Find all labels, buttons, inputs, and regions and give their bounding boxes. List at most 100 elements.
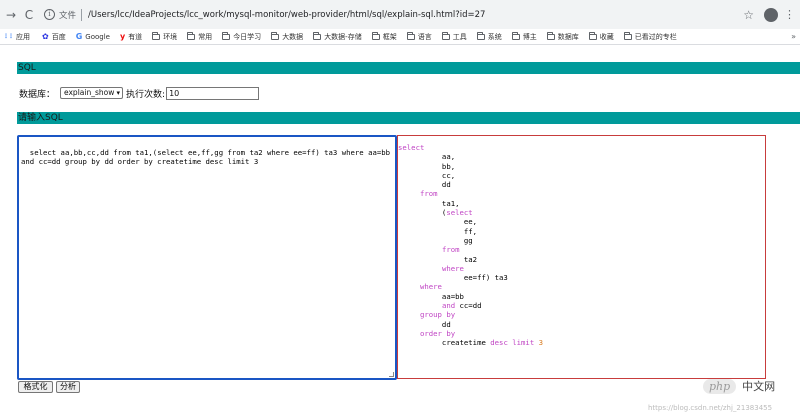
bookmark-item[interactable]: 系统 [476,31,502,42]
bookmark-item[interactable]: 常用 [187,31,213,42]
formatted-sql-output: select aa, bb, cc, dd from ta1, (select … [397,135,766,379]
sql-token: dd [398,180,451,190]
profile-avatar[interactable] [764,7,778,22]
divider [81,8,83,21]
bookmark-label: 框架 [382,32,397,41]
sql-token: dd [398,319,451,329]
bookmark-label: 百度 [51,32,66,41]
bookmark-label: 有道 [128,32,143,41]
info-icon[interactable]: i [44,9,55,20]
sql-token: ee=ff) ta3 [398,273,508,283]
input-section-title: 请输入SQL [18,113,63,123]
url-text[interactable]: /Users/lcc/IdeaProjects/lcc_work/mysql-m… [88,10,485,20]
bookmark-label: Google [85,32,110,41]
sql-keyword: order by [419,328,456,338]
database-select[interactable]: explain_show ▾ [60,87,124,99]
formatted-sql-line: aa, [398,152,765,161]
sql-token: ta2 [398,254,478,264]
sql-keyword: select [398,143,425,152]
formatted-sql-line: ff, [398,227,765,236]
folder-icon [441,31,450,40]
formatted-sql-line: aa=bb [398,292,765,301]
sql-input-textarea[interactable]: select aa,bb,cc,dd from ta1,(select ee,f… [17,135,397,380]
formatted-sql-line: cc, [398,171,765,180]
folder-icon [546,31,555,40]
google-icon: G [75,32,83,41]
resize-handle-icon[interactable] [389,372,394,377]
sql-keyword: from [419,189,438,199]
folder-icon [476,31,485,40]
folder-icon [371,31,380,40]
formatted-sql-line: bb, [398,162,765,171]
bookmarks-overflow-icon[interactable]: » [791,32,796,41]
bookmark-label: 收藏 [599,32,614,41]
formatted-sql-line: where [398,282,765,291]
bookmark-label: 已看过的专栏 [634,32,677,41]
sql-keyword: where [441,263,464,273]
sql-keyword: and [441,301,456,311]
execution-count-label: 执行次数: [126,89,166,100]
bookmark-item[interactable]: G Google [76,32,110,41]
sql-token: ff, [398,226,478,236]
formatted-sql-line: ee=ff) ta3 [398,273,765,282]
menu-icon[interactable]: ⋮ [784,8,795,21]
format-button[interactable]: 格式化 [18,381,53,393]
bookmark-item[interactable]: 大数据-存储 [313,31,362,42]
scheme-label: 文件 [59,10,77,21]
sql-token: cc=dd [455,301,482,311]
bookmark-item[interactable]: 工具 [441,31,467,42]
folder-icon [271,31,280,40]
bookmark-item[interactable]: 已看过的专栏 [623,31,677,42]
analyze-button[interactable]: 分析 [56,381,80,393]
bookmark-label: 数据库 [557,32,579,41]
bookmark-item[interactable]: ✿ 百度 [42,32,66,42]
bookmark-item[interactable]: 环境 [152,31,177,42]
folder-icon [623,31,632,40]
formatted-sql-line: gg [398,236,765,245]
back-arrow-icon[interactable]: → [2,6,20,24]
sql-token: aa, [398,152,456,162]
sql-keyword: from [441,245,460,255]
star-icon[interactable]: ☆ [743,8,754,22]
folder-icon [313,31,322,40]
folder-icon [152,31,161,40]
sql-section-header: SQL [17,62,800,74]
watermark: php 中文网 [703,378,775,394]
sql-input-text: select aa,bb,cc,dd from ta1,(select ee,f… [21,147,395,167]
bookmark-label: 系统 [487,32,502,41]
bookmark-item[interactable]: 今日学习 [222,31,261,42]
database-select-value: explain_show [64,88,115,97]
folder-icon [588,31,597,40]
bookmark-item[interactable]: 博主 [511,31,537,42]
formatted-sql-line: dd [398,180,765,189]
execution-count-input[interactable] [166,86,260,100]
sql-token: ee, [398,217,478,227]
sql-section-title: SQL [18,63,36,73]
bookmark-item[interactable]: 收藏 [588,31,614,42]
sql-token: createtime [398,338,491,348]
apps-icon: ⋮⋮ [3,33,14,40]
bookmark-item[interactable]: 框架 [371,31,397,42]
sql-token: cc, [398,170,456,180]
bookmark-item[interactable]: 大数据 [271,31,303,42]
formatted-sql-line: dd [398,320,765,329]
bookmark-item[interactable]: 语言 [406,31,432,42]
bookmark-item[interactable]: y 有道 [120,32,142,42]
bookmark-label: 语言 [417,32,432,41]
sql-token: ta1, [398,198,460,208]
bookmark-label: 常用 [198,32,213,41]
bookmark-item[interactable]: 数据库 [546,31,579,42]
bookmark-item[interactable]: ⋮⋮ 应用 [3,32,30,42]
bookmarks-bar: ⋮⋮ 应用 ✿ 百度 G Google y 有道 环境 常用 今日学习 大数据 大数据-存储 框架 语言 工具… [0,29,800,45]
bookmark-label: 博主 [522,32,537,41]
reload-icon[interactable]: C [20,6,38,24]
address-bar[interactable]: i 文件 /Users/lcc/IdeaProjects/lcc_work/my… [44,3,744,26]
bookmark-label: 大数据-存储 [324,32,362,41]
